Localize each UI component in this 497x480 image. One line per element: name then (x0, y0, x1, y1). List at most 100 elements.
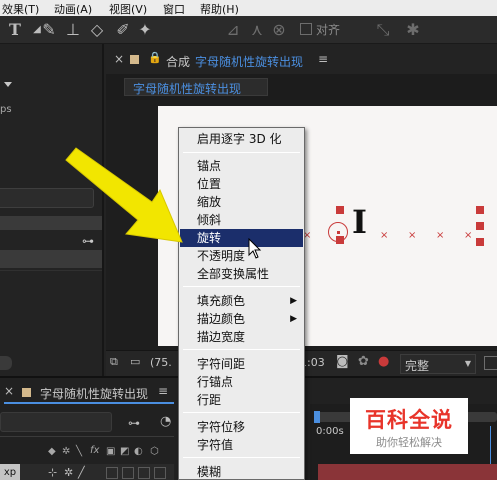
menu-item-skew[interactable]: 倾斜 (180, 211, 303, 229)
path-point-icon: × (380, 230, 389, 241)
menu-effect[interactable]: 效果(T) (2, 1, 39, 17)
work-area-start-handle[interactable] (314, 411, 320, 423)
menu-view[interactable]: 视图(V) (109, 1, 147, 17)
region-of-interest-icon[interactable] (484, 356, 497, 370)
puppet-pin-tool-icon[interactable]: ✦ (134, 19, 156, 41)
menu-separator (183, 349, 300, 350)
monitor-icon[interactable]: ▭ (130, 355, 140, 368)
menu-item-position[interactable]: 位置 (180, 175, 303, 193)
panel-title-prefix: 合成 (166, 55, 191, 69)
channel-icon[interactable]: ● (378, 354, 389, 369)
distribute-icon[interactable]: ✱ (402, 19, 424, 41)
quality-icon[interactable]: ╲ (76, 446, 82, 457)
3d-layer-icon[interactable]: ⬡ (150, 446, 159, 457)
type-tool-icon[interactable]: T (4, 19, 26, 41)
watermark-logo: 百科全说 助你轻松解决 (350, 398, 468, 454)
menu-item-stroke-color[interactable]: 描边颜色 ▶ (180, 310, 303, 328)
text-layer-letter[interactable]: I (352, 204, 367, 240)
clone-stamp-tool-icon[interactable]: ⊥ (62, 19, 84, 41)
selection-handle[interactable] (336, 206, 344, 214)
zoom-level[interactable]: (75. (150, 356, 172, 369)
time-ruler-label: 0:00s (316, 426, 344, 437)
chevron-down-icon: ▼ (464, 359, 471, 368)
panel-title[interactable]: 字母随机性旋转出现 (195, 53, 303, 70)
star-icon[interactable]: ✲ (62, 446, 70, 457)
menu-item-all-transform-properties[interactable]: 全部变换属性 (180, 265, 303, 283)
roto-brush-tool-icon[interactable]: ✐ (112, 19, 134, 41)
menu-item-line-anchor[interactable]: 行锚点 (180, 373, 303, 391)
frame-blend-icon[interactable]: ▣ (106, 446, 115, 457)
menu-item-rotation[interactable]: 旋转 (180, 229, 303, 247)
selection-handle[interactable] (476, 206, 484, 214)
view-axis-icon[interactable]: ⊗ (268, 19, 290, 41)
snap-checkbox[interactable] (300, 23, 312, 35)
menu-item-fill-color[interactable]: 填充颜色 ▶ (180, 292, 303, 310)
breadcrumb-label: 字母随机性旋转出现 (133, 82, 242, 96)
lock-icon[interactable]: 🔒 (148, 51, 162, 64)
local-axis-icon[interactable]: ⊿ (222, 19, 244, 41)
mouse-cursor-icon (248, 238, 262, 259)
menu-item-character-offset[interactable]: 字符位移 (180, 418, 303, 436)
eraser-tool-icon[interactable]: ◇ (86, 19, 108, 41)
panel-menu-icon[interactable]: ≡ (318, 52, 328, 66)
submenu-arrow-icon: ▶ (290, 314, 297, 324)
composition-breadcrumb-bar: 字母随机性旋转出现 (106, 74, 497, 100)
snapshot-icon[interactable]: ◙ (336, 354, 349, 369)
close-tab-icon[interactable]: × (4, 384, 14, 398)
menu-item-stroke-width[interactable]: 描边宽度 (180, 328, 303, 346)
layer-label: xp (0, 464, 20, 480)
always-preview-icon[interactable]: ⧉ (110, 355, 118, 369)
timeline-search-input[interactable] (0, 412, 112, 432)
project-item-row[interactable] (0, 250, 102, 268)
timeline-tab-title[interactable]: 字母随机性旋转出现 (40, 385, 148, 402)
panel-truncated-text: ps (0, 104, 12, 115)
composition-tab-bar: × 🔒 合成 字母随机性旋转出现 ≡ (106, 46, 497, 74)
menu-animation[interactable]: 动画(A) (54, 1, 92, 17)
star-icon[interactable]: ✲ (64, 466, 73, 479)
fx-icon[interactable]: fx (90, 445, 99, 456)
menu-item-blur[interactable]: 模糊 (180, 463, 303, 480)
selection-handle[interactable] (476, 222, 484, 230)
menu-item-anchor-point[interactable]: 锚点 (180, 157, 303, 175)
menu-separator (183, 152, 300, 153)
switch-box[interactable] (106, 467, 118, 479)
menu-separator (183, 457, 300, 458)
shy-icon[interactable]: ◆ (48, 446, 56, 457)
menu-item-character-value[interactable]: 字符值 (180, 436, 303, 454)
layer-duration-bar[interactable] (318, 464, 497, 480)
layer-row[interactable]: xp ⊹ ✲ ╱ (0, 464, 174, 480)
world-axis-icon[interactable]: ⋏ (246, 19, 268, 41)
motion-blur-switch-icon[interactable]: ◩ (120, 446, 129, 457)
close-tab-icon[interactable]: × (114, 52, 124, 66)
resolution-select[interactable]: 完整 ▼ (400, 354, 476, 374)
selection-handle[interactable] (476, 238, 484, 246)
menu-window[interactable]: 窗口 (163, 1, 185, 17)
align-icon[interactable]: ⤡ (372, 19, 394, 41)
selection-handle[interactable] (336, 236, 344, 244)
switch-box[interactable] (154, 467, 166, 479)
panel-scroll-handle[interactable] (0, 356, 12, 370)
switch-box[interactable] (138, 467, 150, 479)
collapse-icon[interactable]: ⊹ (48, 466, 57, 479)
divider (0, 270, 102, 271)
motion-blur-icon[interactable]: ◔ (160, 414, 171, 429)
menu-item-line-spacing[interactable]: 行距 (180, 391, 303, 409)
menu-item-enable-per-character-3d[interactable]: 启用逐字 3D 化 (180, 130, 303, 148)
snap-label: 对齐 (316, 23, 341, 37)
composition-flowchart-icon[interactable]: ⊶ (128, 416, 140, 430)
menu-help[interactable]: 帮助(H) (200, 1, 239, 17)
animate-context-menu: 启用逐字 3D 化 锚点 位置 缩放 倾斜 旋转 不透明度 全部变换属性 填充颜… (178, 127, 305, 480)
adjustment-layer-icon[interactable]: ◐ (134, 446, 143, 457)
quality-icon[interactable]: ╱ (78, 466, 85, 479)
menu-item-opacity[interactable]: 不透明度 (180, 247, 303, 265)
switch-box[interactable] (122, 467, 134, 479)
brush-tool-icon[interactable]: ✎ (38, 19, 60, 41)
breadcrumb-tab[interactable]: 字母随机性旋转出现 (124, 78, 268, 96)
panel-menu-icon[interactable]: ≡ (158, 384, 168, 398)
menu-item-scale[interactable]: 缩放 (180, 193, 303, 211)
composition-color-swatch (130, 55, 139, 64)
expand-arrow-icon[interactable] (4, 82, 12, 87)
menu-item-tracking[interactable]: 字符间距 (180, 355, 303, 373)
show-snapshot-icon[interactable]: ✿ (358, 354, 369, 369)
path-point-icon: × (464, 230, 473, 241)
